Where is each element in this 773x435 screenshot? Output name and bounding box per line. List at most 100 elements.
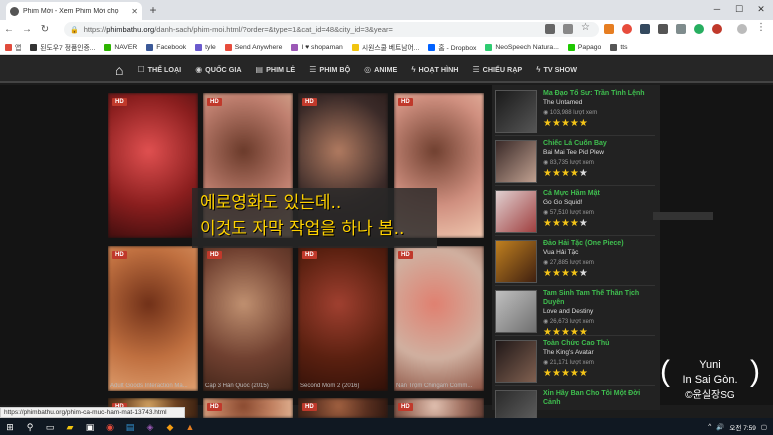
extension-icon[interactable] bbox=[676, 24, 686, 34]
nav-item[interactable]: ϟ TV SHOW bbox=[529, 56, 584, 83]
movie-card[interactable]: HD Cặp 3 Hàn Quốc (2015) bbox=[203, 246, 293, 391]
sidebar-title[interactable]: Chiếc Lá Cuốn Bay bbox=[543, 139, 657, 148]
status-url: https://phimbathu.org/phim-ca-muc-ham-ma… bbox=[0, 407, 185, 418]
movie-card[interactable]: HD Adult Goods Interaction Ma... bbox=[108, 246, 198, 391]
movie-card[interactable]: HD Second Mom 2 (2016) bbox=[298, 246, 388, 391]
nav-icon: ☰ bbox=[309, 65, 317, 74]
extension-icon[interactable] bbox=[694, 24, 704, 34]
sidebar-item[interactable]: Tam Sinh Tam Thế Thần Tịch Duyên Love and… bbox=[492, 286, 658, 338]
nav-item[interactable]: ϟ HOẠT HÌNH bbox=[404, 56, 465, 83]
sidebar-title[interactable]: Ma Đạo Tổ Sư: Trần Tình Lệnh bbox=[543, 89, 657, 98]
view-suffix: lượt xem bbox=[573, 110, 598, 116]
sidebar-subtitle: The Untamed bbox=[543, 99, 583, 106]
bookmark-item[interactable]: tts bbox=[610, 43, 628, 51]
view-suffix: lượt xem bbox=[569, 160, 594, 166]
nav-item[interactable]: ☰ PHIM BỘ bbox=[302, 56, 357, 83]
sidebar-thumbnail bbox=[495, 90, 537, 133]
home-icon[interactable]: ⌂ bbox=[108, 62, 130, 78]
star-icon: ★ bbox=[543, 168, 552, 179]
movie-title: Nàn Trộm Chingam Comm... bbox=[396, 383, 473, 389]
bookmark-item[interactable]: Send Anywhere bbox=[224, 43, 282, 51]
movie-card[interactable]: HD bbox=[394, 398, 484, 418]
nav-item[interactable]: ◎ ANIME bbox=[357, 56, 404, 83]
movie-card[interactable]: HD bbox=[203, 398, 293, 418]
movie-card[interactable]: HD bbox=[298, 398, 388, 418]
tray-arrow-icon[interactable]: ^ bbox=[708, 423, 711, 430]
nav-label: CHIẾU RẠP bbox=[482, 65, 523, 74]
sidebar-title[interactable]: Cá Mực Hầm Mật bbox=[543, 189, 657, 198]
file-explorer-icon[interactable]: ▰ bbox=[63, 420, 77, 434]
app-icon[interactable]: ▲ bbox=[183, 420, 197, 434]
bookmark-item[interactable]: 시원스쿨 베트남어... bbox=[351, 42, 419, 52]
bookmark-item[interactable]: tyle bbox=[195, 43, 216, 51]
sidebar-title[interactable]: Xin Hãy Ban Cho Tôi Một Đời Cảnh bbox=[543, 389, 657, 407]
star-icon: ★ bbox=[551, 368, 561, 379]
url-domain: phimbathu.org bbox=[106, 25, 155, 34]
nav-item[interactable]: ◉ QUỐC GIA bbox=[188, 56, 248, 83]
star-icon: ★ bbox=[560, 218, 570, 229]
task-view-icon[interactable]: ▭ bbox=[43, 420, 57, 434]
nav-item[interactable]: ▤ PHIM LẺ bbox=[249, 56, 303, 83]
address-bar[interactable]: 🔒 https://phimbathu.org/danh-sach/phim-m… bbox=[64, 22, 599, 37]
volume-icon[interactable]: 🔊 bbox=[716, 423, 724, 431]
extension-icon[interactable] bbox=[640, 24, 650, 34]
translate-icon[interactable] bbox=[545, 24, 555, 34]
bookmark-star-icon[interactable]: ☆ bbox=[581, 22, 590, 33]
view-count: ◉ 27,885 lượt xem bbox=[543, 259, 594, 266]
close-tab-icon[interactable]: ✕ bbox=[131, 7, 138, 16]
sidebar-title[interactable]: Đảo Hải Tặc (One Piece) bbox=[543, 239, 657, 248]
bookmark-item[interactable]: NeoSpeech Natura... bbox=[485, 43, 559, 51]
search-icon[interactable]: ⚲ bbox=[23, 420, 37, 434]
movie-card[interactable]: HD bbox=[108, 93, 198, 238]
app-icon[interactable]: ◈ bbox=[143, 420, 157, 434]
star-icon: ★ bbox=[560, 268, 570, 279]
notification-icon[interactable]: ▢ bbox=[761, 423, 767, 431]
chrome-icon[interactable]: ◉ bbox=[103, 420, 117, 434]
extension-icon[interactable] bbox=[658, 24, 668, 34]
sidebar-item[interactable]: Cá Mực Hầm Mật Go Go Squid! ◉ 57,510 lượt … bbox=[492, 186, 658, 236]
menu-dots-icon[interactable]: ⋮ bbox=[756, 22, 766, 33]
windows-start-icon[interactable]: ⊞ bbox=[3, 420, 17, 434]
minimize-button[interactable]: ─ bbox=[706, 2, 728, 16]
bookmark-item[interactable]: Facebook bbox=[146, 43, 186, 51]
star-icon: ★ bbox=[551, 168, 561, 179]
sidebar-item[interactable]: Ma Đạo Tổ Sư: Trần Tình Lệnh The Untamed ◉… bbox=[492, 86, 658, 136]
sidebar-subtitle: Love and Destiny bbox=[543, 308, 594, 315]
sidebar-item[interactable]: Đảo Hải Tặc (One Piece) Vua Hải Tặc ◉ 27,8… bbox=[492, 236, 658, 286]
store-icon[interactable]: ▣ bbox=[83, 420, 97, 434]
sidebar-title[interactable]: Tam Sinh Tam Thế Thần Tịch Duyên bbox=[543, 289, 657, 307]
extension-icon[interactable] bbox=[712, 24, 722, 34]
nav-label: PHIM BỘ bbox=[319, 65, 351, 74]
view-number: 57,510 bbox=[549, 210, 569, 216]
bookmark-item[interactable]: Papago bbox=[567, 43, 601, 51]
new-tab-button[interactable]: + bbox=[146, 3, 160, 17]
movie-card[interactable]: HD Nàn Trộm Chingam Comm... bbox=[394, 246, 484, 391]
bookmark-item[interactable]: 앱 bbox=[5, 42, 21, 52]
star-icon: ★ bbox=[578, 118, 588, 129]
sidebar-item[interactable]: Toàn Chức Cao Thủ The King's Avatar ◉ 21,1… bbox=[492, 336, 658, 386]
app-icon[interactable]: ▤ bbox=[123, 420, 137, 434]
bookmark-item[interactable]: I ♥ shopaman bbox=[291, 43, 343, 51]
profile-avatar-icon[interactable] bbox=[737, 24, 747, 34]
bookmark-item[interactable]: NAVER bbox=[104, 43, 137, 51]
back-icon[interactable]: ← bbox=[0, 21, 18, 39]
maximize-button[interactable]: ☐ bbox=[728, 2, 750, 16]
nav-item[interactable]: ☰ CHIẾU RẠP bbox=[465, 56, 529, 83]
forward-icon[interactable]: → bbox=[18, 21, 36, 39]
page-icon[interactable] bbox=[563, 24, 573, 34]
browser-tab[interactable]: Phim Mới - Xem Phim Mới chọ ✕ bbox=[6, 2, 142, 20]
clock[interactable]: 오전 7:59 bbox=[729, 422, 755, 432]
bookmark-item[interactable]: 홈 - Dropbox bbox=[428, 42, 476, 52]
close-window-button[interactable]: ✕ bbox=[750, 2, 772, 16]
bookmark-item[interactable]: 된도우7 정품인증... bbox=[30, 42, 95, 52]
sidebar-item[interactable]: Chiếc Lá Cuốn Bay Bai Mai Tee Pid Plew ◉ 8… bbox=[492, 136, 658, 186]
reload-icon[interactable]: ↻ bbox=[36, 21, 54, 39]
sidebar-thumbnail bbox=[495, 140, 537, 183]
opera-extension-icon[interactable] bbox=[622, 24, 632, 34]
movie-title: Second Mom 2 (2016) bbox=[300, 383, 360, 389]
nav-icon: ◉ bbox=[195, 65, 203, 74]
sidebar-title[interactable]: Toàn Chức Cao Thủ bbox=[543, 339, 657, 348]
nav-item[interactable]: ☐ THỂ LOẠI bbox=[130, 56, 188, 83]
app-icon[interactable]: ◆ bbox=[163, 420, 177, 434]
extension-icon[interactable] bbox=[604, 24, 614, 34]
